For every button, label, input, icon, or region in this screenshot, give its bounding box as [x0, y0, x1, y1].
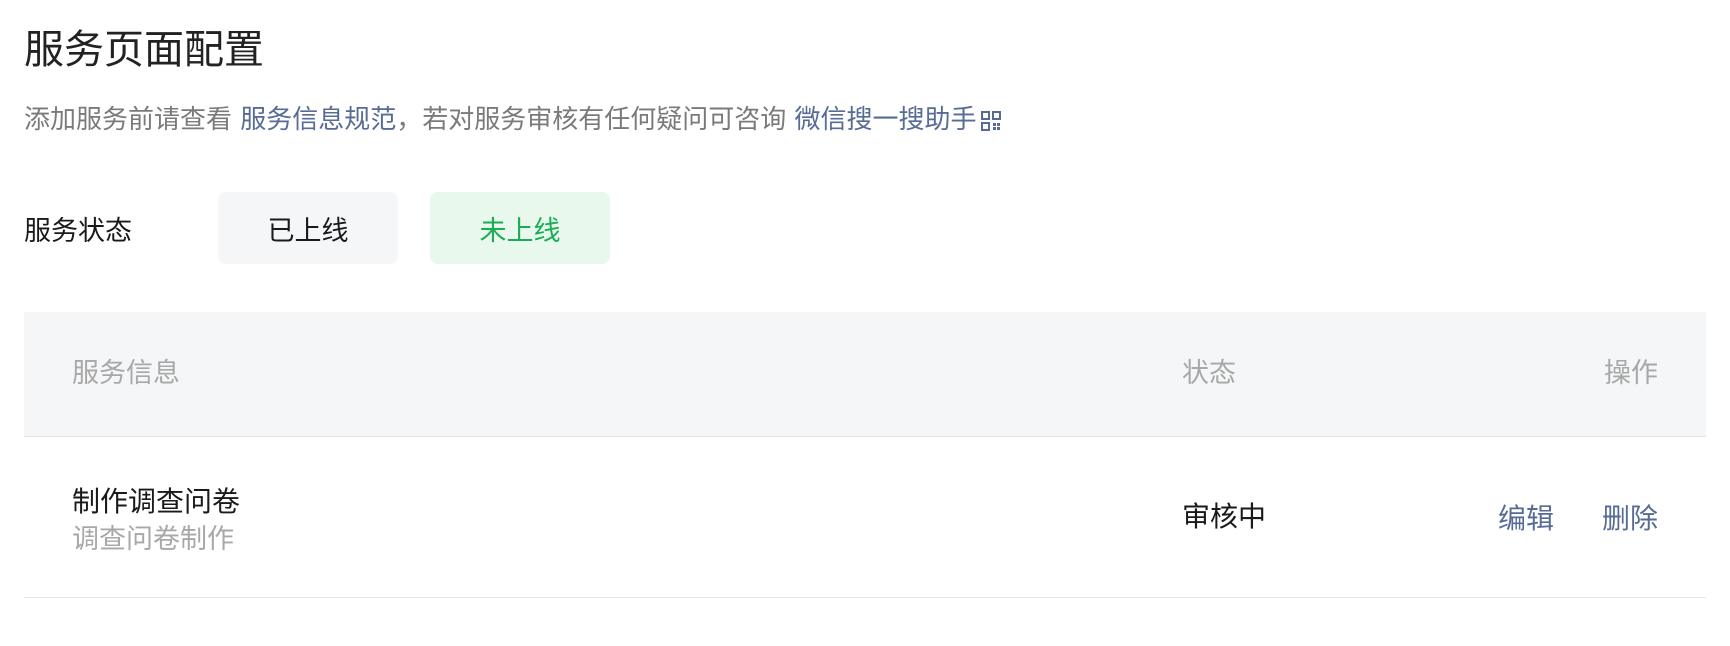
delete-button[interactable]: 删除 — [1602, 497, 1658, 537]
service-status-filter: 服务状态 已上线 未上线 — [24, 192, 642, 264]
service-ops-cell: 编辑 删除 — [1450, 437, 1658, 597]
page-title: 服务页面配置 — [24, 27, 264, 73]
status-offline-button[interactable]: 未上线 — [430, 192, 610, 264]
column-header-info: 服务信息 — [72, 358, 180, 389]
table-row: 制作调查问卷 调查问卷制作 审核中 编辑 删除 — [24, 437, 1706, 598]
subtitle-prefix: 添加服务前请查看 — [24, 105, 241, 135]
search-assistant-link[interactable]: 微信搜一搜助手 — [795, 105, 1001, 135]
service-spec-link[interactable]: 服务信息规范 — [240, 105, 396, 135]
service-info-cell: 制作调查问卷 调查问卷制作 — [72, 483, 240, 559]
service-table: 服务信息 状态 操作 制作调查问卷 调查问卷制作 审核中 编辑 删除 — [24, 312, 1706, 598]
status-online-button[interactable]: 已上线 — [218, 192, 398, 264]
service-state: 审核中 — [1182, 500, 1267, 533]
service-name: 制作调查问卷 — [72, 485, 241, 518]
edit-button[interactable]: 编辑 — [1498, 497, 1554, 537]
page-subtitle: 添加服务前请查看 服务信息规范，若对服务审核有任何疑问可咨询 微信搜一搜助手 — [24, 100, 1001, 140]
subtitle-middle: ，若对服务审核有任何疑问可咨询 — [396, 105, 795, 135]
service-description: 调查问卷制作 — [72, 524, 234, 555]
table-header: 服务信息 状态 操作 — [24, 312, 1706, 437]
search-assistant-label: 微信搜一搜助手 — [794, 105, 977, 135]
column-header-state: 状态 — [1182, 358, 1236, 389]
column-header-ops: 操作 — [1604, 358, 1658, 389]
qrcode-icon[interactable] — [980, 111, 1001, 131]
service-status-label: 服务状态 — [24, 215, 132, 247]
